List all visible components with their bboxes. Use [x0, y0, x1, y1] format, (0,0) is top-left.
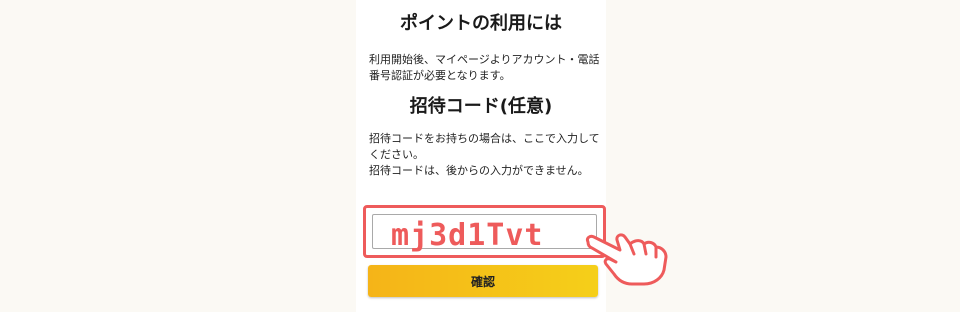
- invite-code-value: mj3d1Tvt: [391, 218, 544, 253]
- points-description: 利用開始後、マイページよりアカウント・電話番号認証が必要となります。: [369, 53, 600, 82]
- points-heading: ポイントの利用には: [400, 13, 562, 34]
- invite-description-line1: 招待コードをお持ちの場合は、ここで入力してください。: [369, 132, 600, 161]
- invite-code-highlight-frame: mj3d1Tvt: [363, 205, 606, 258]
- confirm-button[interactable]: 確認: [368, 265, 598, 297]
- invite-code-input[interactable]: mj3d1Tvt: [372, 214, 597, 253]
- invite-description-line2: 招待コードは、後からの入力ができません。: [369, 164, 589, 177]
- invite-code-heading: 招待コード(任意): [409, 96, 553, 117]
- pointing-hand-icon: [586, 233, 668, 286]
